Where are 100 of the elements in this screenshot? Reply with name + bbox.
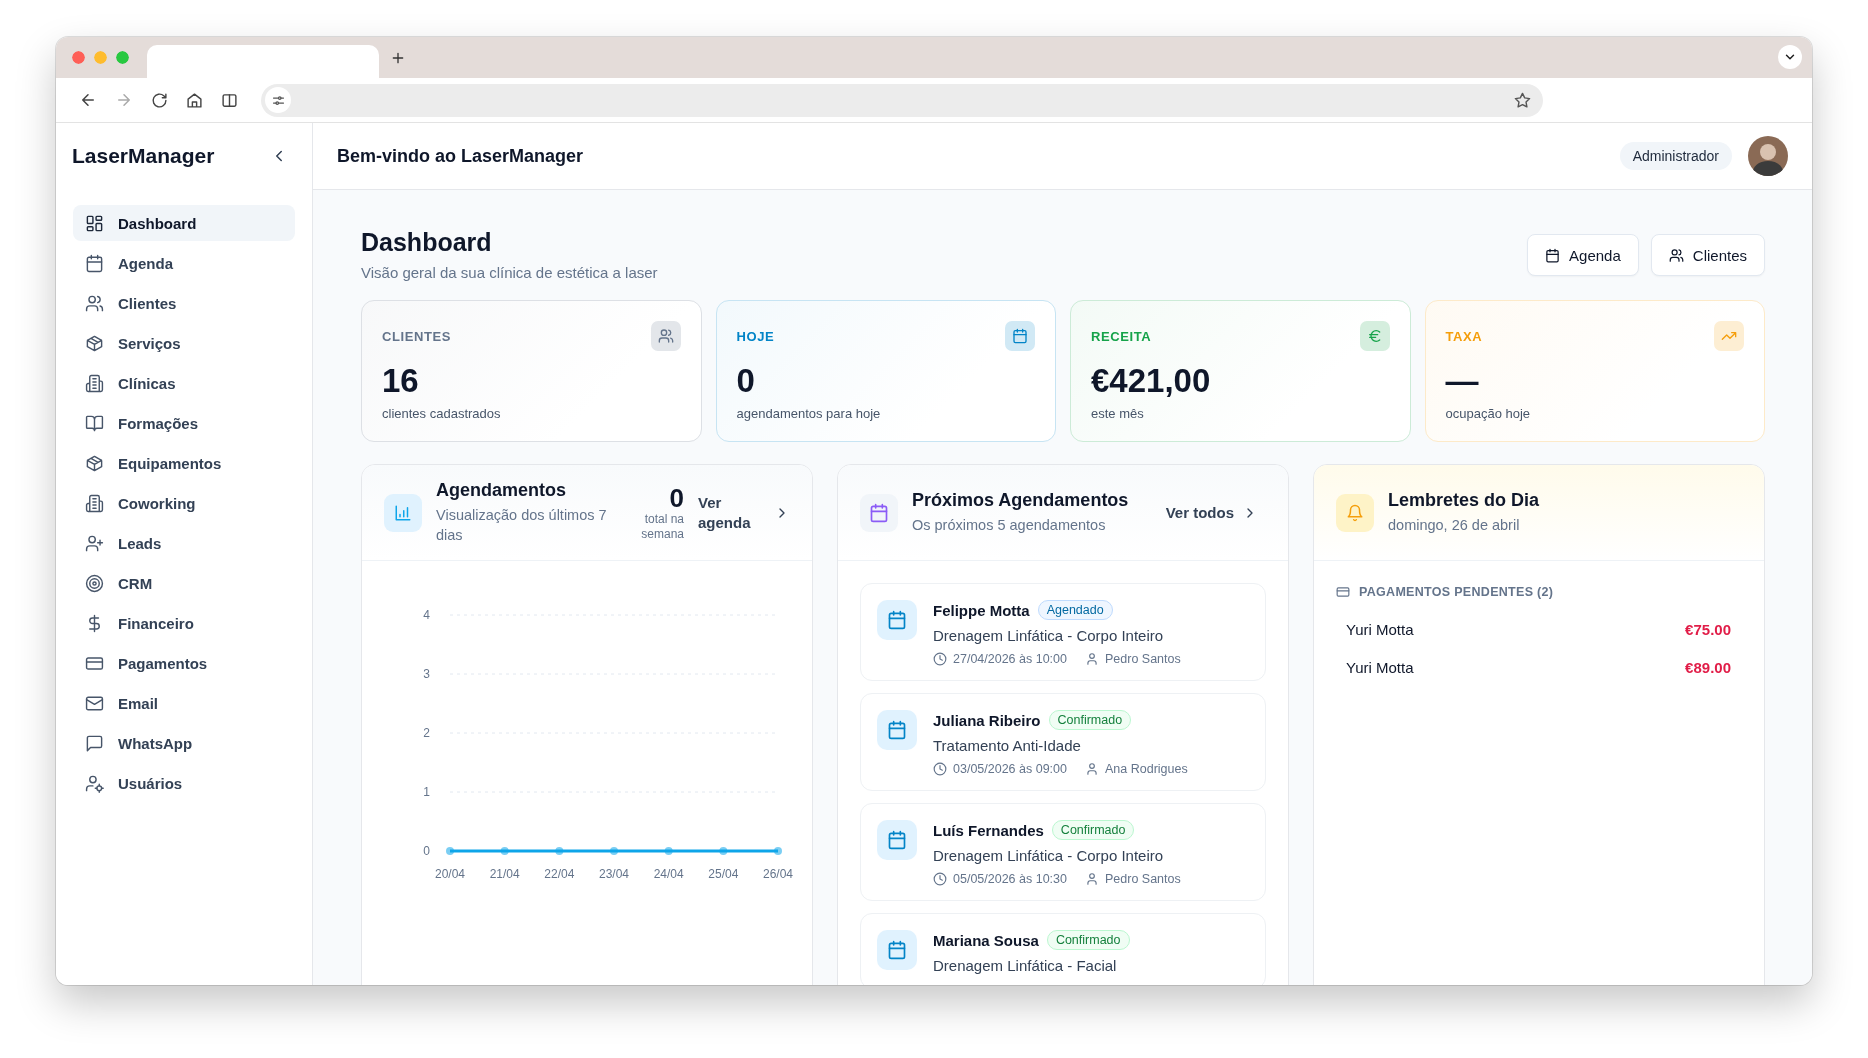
page-greeting: Bem-vindo ao LaserManager	[337, 145, 584, 167]
tick-label: 24/04	[653, 867, 684, 881]
week-total-label: total na semana	[640, 511, 684, 542]
user-gear-icon	[85, 773, 104, 793]
reload-icon[interactable]	[151, 91, 168, 109]
payment-amount: €89.00	[1685, 659, 1731, 676]
tick-label: 25/04	[708, 867, 739, 881]
stat-caption: ocupação hoje	[1445, 406, 1532, 421]
bell-icon	[1346, 503, 1364, 522]
tick-label: 1	[423, 785, 430, 799]
building-icon	[85, 493, 104, 513]
users-icon	[657, 328, 674, 344]
split-view-icon[interactable]	[221, 91, 238, 109]
status-badge: Confirmado	[1048, 710, 1132, 730]
box-icon	[85, 453, 104, 473]
view-schedule-link[interactable]: Ver agenda	[698, 492, 790, 533]
week-total: 0	[669, 483, 684, 512]
view-all-link[interactable]: Ver todos	[1165, 502, 1258, 523]
user-icon	[1085, 652, 1099, 666]
header-action-button[interactable]: Clientes	[1650, 234, 1765, 276]
tick-label: 4	[423, 608, 430, 622]
credit-card-icon	[1336, 585, 1350, 599]
status-badge: Confirmado	[1051, 820, 1135, 840]
stat-label: TAXA	[1445, 328, 1483, 344]
appointment-datetime: 03/05/2026 às 09:00	[953, 762, 1067, 776]
client-name: Juliana Ribeiro	[933, 711, 1041, 729]
appointment-card[interactable]: Luís Fernandes Confirmado Drenagem Linfática - Corpo Inteiro 05/05/2026 às 10:30 Pedro Santos	[860, 803, 1266, 901]
tab-menu-button[interactable]	[1778, 45, 1802, 69]
nav-item[interactable]: WhatsApp	[73, 725, 295, 761]
nav-item[interactable]: Equipamentos	[73, 445, 295, 481]
staff-name: Ana Rodrigues	[1105, 762, 1188, 776]
user-icon	[1085, 762, 1099, 776]
appointment-datetime: 27/04/2026 às 10:00	[953, 652, 1067, 666]
nav-item[interactable]: Coworking	[73, 485, 295, 521]
calendar-icon	[1545, 247, 1561, 263]
staff-name: Pedro Santos	[1105, 652, 1181, 666]
stat-value: 0	[736, 362, 756, 400]
bookmark-star-icon[interactable]	[1514, 91, 1531, 109]
chat-bubble-icon	[85, 733, 104, 753]
panel-subtitle: Os próximos 5 agendamentos	[912, 516, 1107, 535]
stat-caption: clientes cadastrados	[382, 406, 502, 421]
service-name: Drenagem Linfática - Corpo Inteiro	[933, 847, 1165, 864]
data-point	[555, 847, 564, 855]
service-name: Drenagem Linfática - Corpo Inteiro	[933, 627, 1165, 644]
nav-item[interactable]: Pagamentos	[73, 645, 295, 681]
stat-value: 16	[382, 362, 420, 400]
page-subtitle: Visão geral da sua clínica de estética a laser	[361, 264, 658, 281]
page-title: Dashboard	[361, 228, 493, 257]
staff-name: Pedro Santos	[1105, 872, 1181, 886]
nav-item[interactable]: Clientes	[73, 285, 295, 321]
tick-label: 26/04	[763, 867, 793, 881]
nav-item[interactable]: Leads	[73, 525, 295, 561]
calendar-icon	[85, 253, 104, 273]
nav-item[interactable]: Clínicas	[73, 365, 295, 401]
appointment-card[interactable]: Juliana Ribeiro Confirmado Tratamento Anti-Idade 03/05/2026 às 09:00 Ana Rodrigues	[860, 693, 1266, 791]
service-name: Tratamento Anti-Idade	[933, 737, 1082, 754]
panel-subtitle: Visualização dos últimos 7 dias	[436, 506, 608, 545]
status-badge: Agendado	[1037, 600, 1113, 620]
appointment-card[interactable]: Felippe Motta Agendado Drenagem Linfática - Corpo Inteiro 27/04/2026 às 10:00 Pedro Santos	[860, 583, 1266, 681]
payment-client: Yuri Motta	[1346, 621, 1414, 638]
payment-client: Yuri Motta	[1346, 659, 1414, 676]
home-icon[interactable]	[186, 91, 203, 109]
stat-label: CLIENTES	[382, 328, 452, 344]
calendar-icon	[887, 720, 907, 740]
stat-label: RECEITA	[1091, 328, 1152, 344]
users-icon	[1668, 247, 1684, 263]
clock-icon	[933, 652, 947, 666]
nav-item[interactable]: Serviços	[73, 325, 295, 361]
nav-item[interactable]: Formações	[73, 405, 295, 441]
tick-label: 20/04	[435, 867, 465, 881]
mail-icon	[85, 693, 104, 713]
tick-label: 2	[423, 726, 430, 740]
data-point	[774, 847, 782, 855]
target-icon	[85, 573, 104, 593]
data-point	[610, 847, 618, 855]
nav-item[interactable]: Usuários	[73, 765, 295, 801]
data-point	[664, 847, 673, 855]
data-point	[446, 847, 454, 855]
panel-title: Lembretes do Dia	[1388, 490, 1540, 511]
header-action-button[interactable]: Agenda	[1527, 234, 1639, 276]
book-icon	[85, 413, 104, 433]
nav-item[interactable]: Agenda	[73, 245, 295, 281]
back-icon[interactable]	[79, 91, 97, 109]
appointment-datetime: 05/05/2026 às 10:30	[953, 872, 1067, 886]
app-logo-text: LaserManager	[72, 144, 215, 168]
nav-item[interactable]: Email	[73, 685, 295, 721]
status-badge: Confirmado	[1046, 930, 1130, 950]
stat-caption: agendamentos para hoje	[736, 406, 882, 421]
nav-item[interactable]: Financeiro	[73, 605, 295, 641]
nav-item[interactable]: CRM	[73, 565, 295, 601]
tick-label: 22/04	[544, 867, 575, 881]
appointment-card[interactable]: Mariana Sousa Confirmado Drenagem Linfática - Facial	[860, 913, 1266, 985]
payment-amount: €75.00	[1685, 621, 1731, 638]
calendar-icon	[869, 502, 889, 523]
tick-label: 0	[423, 844, 430, 858]
dashboard-icon	[85, 213, 104, 233]
nav-item[interactable]: Dashboard	[73, 205, 295, 241]
user-avatar[interactable]	[1748, 136, 1788, 176]
stat-label: HOJE	[736, 328, 775, 344]
stat-value: —	[1445, 362, 1480, 400]
